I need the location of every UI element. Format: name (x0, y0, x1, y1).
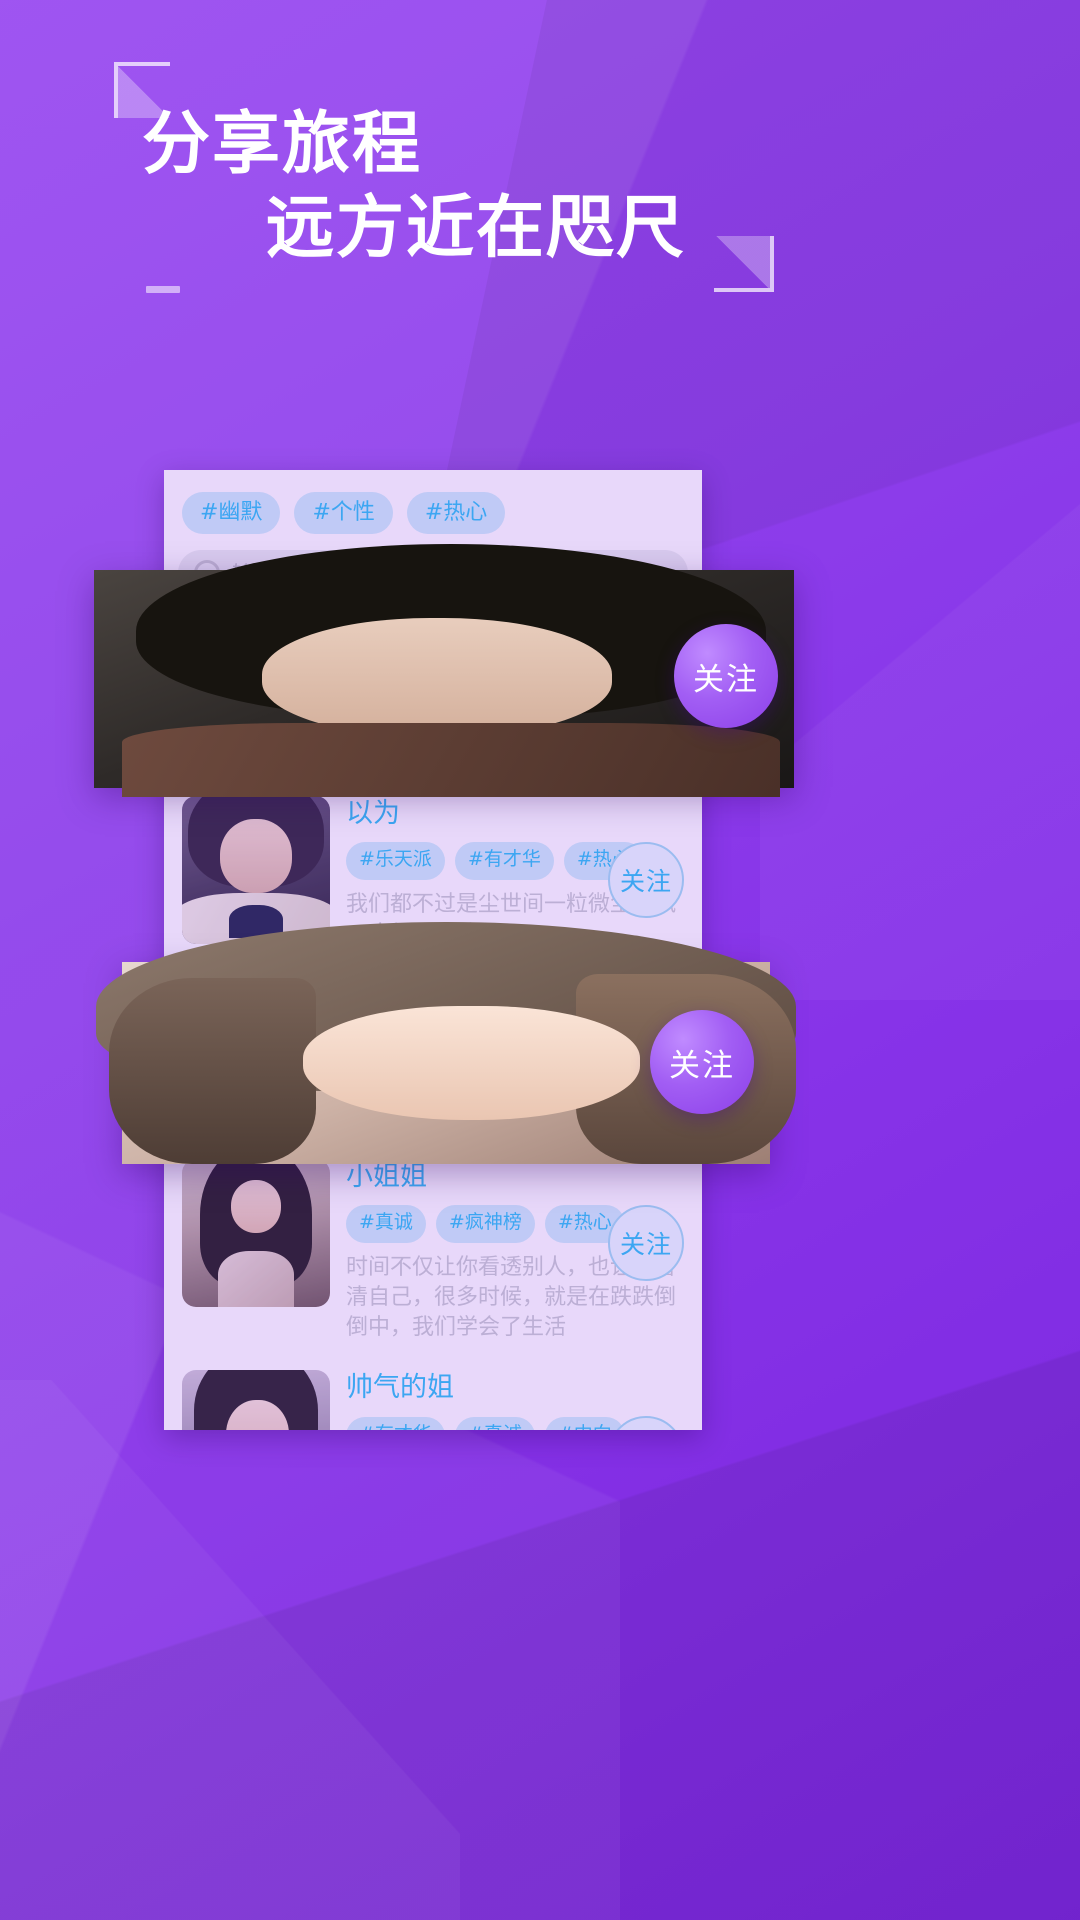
avatar (182, 795, 330, 944)
follow-button[interactable]: 关注 (674, 624, 778, 728)
list-item[interactable]: 帅气的姐 #有才华 #真诚 #内向 关注 (164, 1356, 702, 1430)
avatar (94, 543, 794, 797)
user-tag[interactable]: #乐天派 (346, 841, 445, 880)
user-tag[interactable]: #真诚 (454, 1416, 535, 1430)
top-tag-bar: #幽默 #个性 #热心 (164, 470, 702, 546)
follow-button[interactable]: 关注 (608, 1205, 684, 1282)
top-tag-chip[interactable]: #热心 (406, 492, 506, 534)
dash-accent-icon (146, 286, 180, 293)
user-tag[interactable]: #有才华 (454, 841, 554, 880)
avatar (182, 1370, 330, 1430)
user-name: 以为 (346, 797, 400, 829)
headline-line-1: 分享旅程 (142, 105, 423, 184)
top-tag-chip[interactable]: #幽默 (182, 492, 281, 534)
highlight-card[interactable]: 有趣的聆听 #个性 #有才华 #疯神榜 不想讨人喜欢 只想做个迷人的混蛋 关注 (94, 543, 794, 797)
avatar (182, 1159, 330, 1308)
headline-line-2: 远方近在咫尺 (266, 189, 687, 268)
background-facet-5 (0, 1380, 460, 1920)
highlight-card[interactable]: 心愿 #热心 #气质 无聊的时候多想想我 不要浪费时间 知道吗. 关注 (96, 921, 796, 1168)
corner-bracket-bottom-right-icon (714, 236, 774, 292)
user-tag[interactable]: #疯神榜 (435, 1205, 535, 1244)
background-facet-6 (760, 300, 1080, 1000)
user-name: 帅气的姐 (346, 1372, 454, 1404)
list-item[interactable]: 小姐姐 #真诚 #疯神榜 #热心 时间不仅让你看透别人，也让你看清自己，很多时候… (164, 1145, 702, 1356)
user-tag[interactable]: #真诚 (346, 1205, 426, 1244)
user-tag[interactable]: #有才华 (346, 1416, 445, 1430)
avatar (96, 921, 796, 1164)
follow-button[interactable]: 关注 (608, 841, 684, 918)
follow-button[interactable]: 关注 (650, 1010, 754, 1114)
top-tag-chip[interactable]: #个性 (294, 492, 393, 534)
user-tag[interactable]: #内向 (544, 1416, 625, 1430)
